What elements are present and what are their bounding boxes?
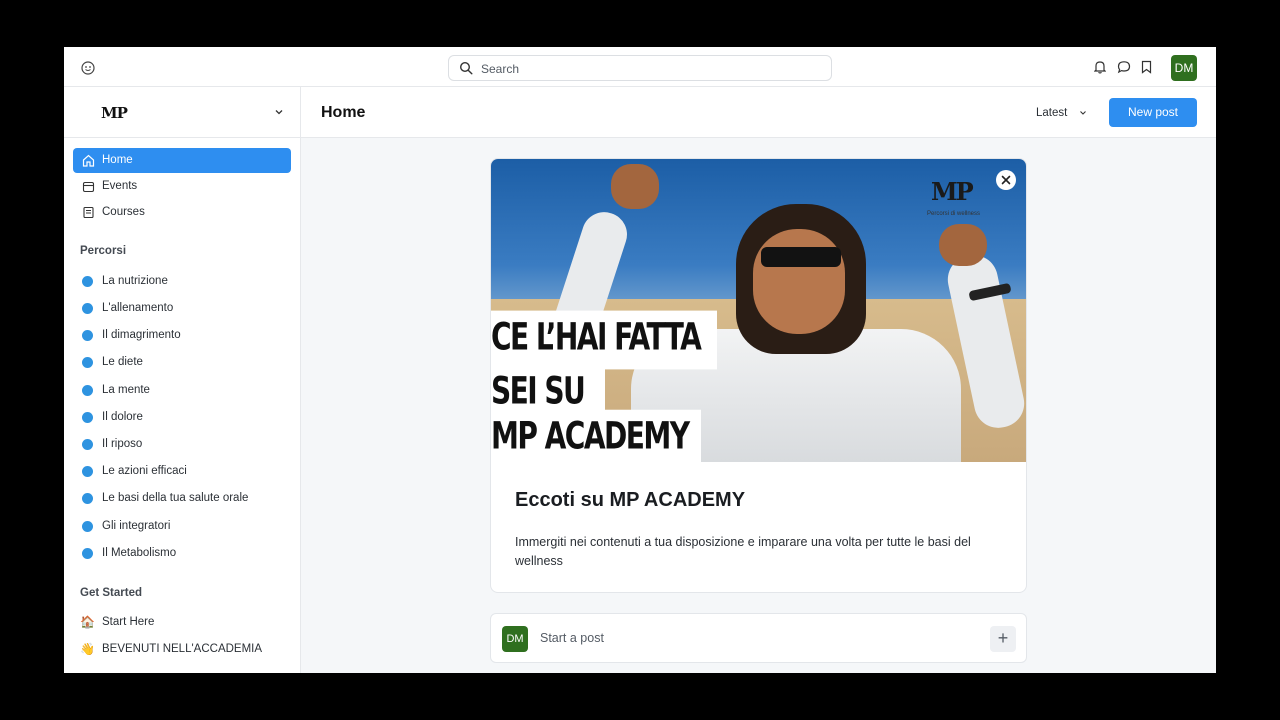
new-post-button[interactable]: New post [1109,98,1197,127]
sidebar-item-label: Il dolore [102,411,143,423]
path-dot-icon [82,303,93,314]
bell-icon[interactable] [1094,60,1106,74]
page-title: Home [321,104,366,121]
chevron-down-icon[interactable] [274,107,284,117]
section-title-percorsi[interactable]: Percorsi [80,245,126,257]
path-dot-icon [82,330,93,341]
close-banner-button[interactable] [996,170,1016,190]
bookmark-icon[interactable] [1141,60,1152,74]
path-dot-icon [82,548,93,559]
top-bar: Search DM [64,47,1216,87]
welcome-title: Eccoti su MP ACADEMY [515,489,746,511]
sidebar-item-label: Il riposo [102,438,143,450]
sidebar-item-courses[interactable]: Courses [73,200,291,225]
brand-logo: MP [101,104,128,122]
close-icon [1001,175,1011,185]
banner-logo-subtitle: Percorsi di wellness [927,211,981,217]
sidebar-item-label: Home [102,154,133,166]
banner-headline-line: CE L’HAI FATTA [491,310,717,370]
sidebar-item-label: Events [102,180,138,192]
path-dot-icon [82,385,93,396]
community-brand[interactable]: MP [64,87,301,138]
banner-figure-fist [611,164,659,209]
sidebar-item-label: Il dimagrimento [102,329,181,341]
path-dot-icon [82,521,93,532]
sidebar-item-label: Il Metabolismo [102,547,177,559]
path-dot-icon [82,466,93,477]
search-icon [459,61,473,75]
sidebar-item-label: Courses [102,206,145,218]
sidebar-item-label: Le diete [102,356,143,368]
home-icon [82,154,95,167]
sidebar-item-label: La nutrizione [102,275,168,287]
welcome-card: MP Percorsi di wellness CE L’HAI FATTA S… [490,158,1027,593]
calendar-icon [82,181,95,193]
banner-figure-sunglasses [761,247,841,267]
sidebar-item-label: Le azioni efficaci [102,465,187,477]
sidebar-item-label: Le basi della tua salute orale [102,492,249,504]
path-dot-icon [82,412,93,423]
chevron-down-icon[interactable] [1079,109,1087,117]
avatar: DM [502,626,528,652]
post-composer[interactable]: DM Start a post + [490,613,1027,663]
path-dot-icon [82,276,93,287]
welcome-banner-image: MP Percorsi di wellness CE L’HAI FATTA S… [491,159,1026,462]
banner-headline-line: MP ACADEMY [491,409,701,462]
wave-emoji-icon: 👋 [80,642,95,656]
sidebar-item-events[interactable]: Events [73,174,291,199]
search-input[interactable]: Search [481,62,519,76]
feed: MP Percorsi di wellness CE L’HAI FATTA S… [301,138,1216,673]
section-title-get-started[interactable]: Get Started [80,587,142,599]
book-icon [83,206,94,219]
banner-figure-face [753,229,845,334]
add-post-button[interactable]: + [990,626,1016,652]
sort-dropdown[interactable]: Latest [1036,107,1067,119]
user-avatar[interactable]: DM [1171,55,1197,81]
banner-figure-fist [939,224,987,266]
banner-headline-text: CE L’HAI FATTA [491,315,702,359]
path-dot-icon [82,439,93,450]
sidebar-item-home[interactable]: Home [73,148,291,173]
banner-headline-text: MP ACADEMY [491,414,690,459]
chat-icon[interactable] [1117,60,1131,74]
search-bar[interactable]: Search [448,55,832,81]
house-emoji-icon: 🏠 [80,615,95,629]
community-switcher-icon[interactable] [81,61,95,75]
sidebar: MP Home Events Courses Percorsi La nutri… [64,87,301,673]
start-post-input[interactable]: Start a post [540,631,604,645]
path-dot-icon [82,493,93,504]
banner-logo: MP [931,177,974,206]
main-header: Home Latest New post [301,87,1216,138]
sidebar-item-label: BEVENUTI NELL'ACCADEMIA [102,643,263,655]
sidebar-item-label: Gli integratori [102,520,171,532]
sidebar-item-label: Start Here [102,616,155,628]
sidebar-item-label: L'allenamento [102,302,174,314]
app-window: Search DM MP Home Events Courses Percors… [64,47,1216,673]
welcome-body: Immergiti nei contenuti a tua disposizio… [515,535,971,568]
sidebar-item-label: La mente [102,384,150,396]
path-dot-icon [82,357,93,368]
